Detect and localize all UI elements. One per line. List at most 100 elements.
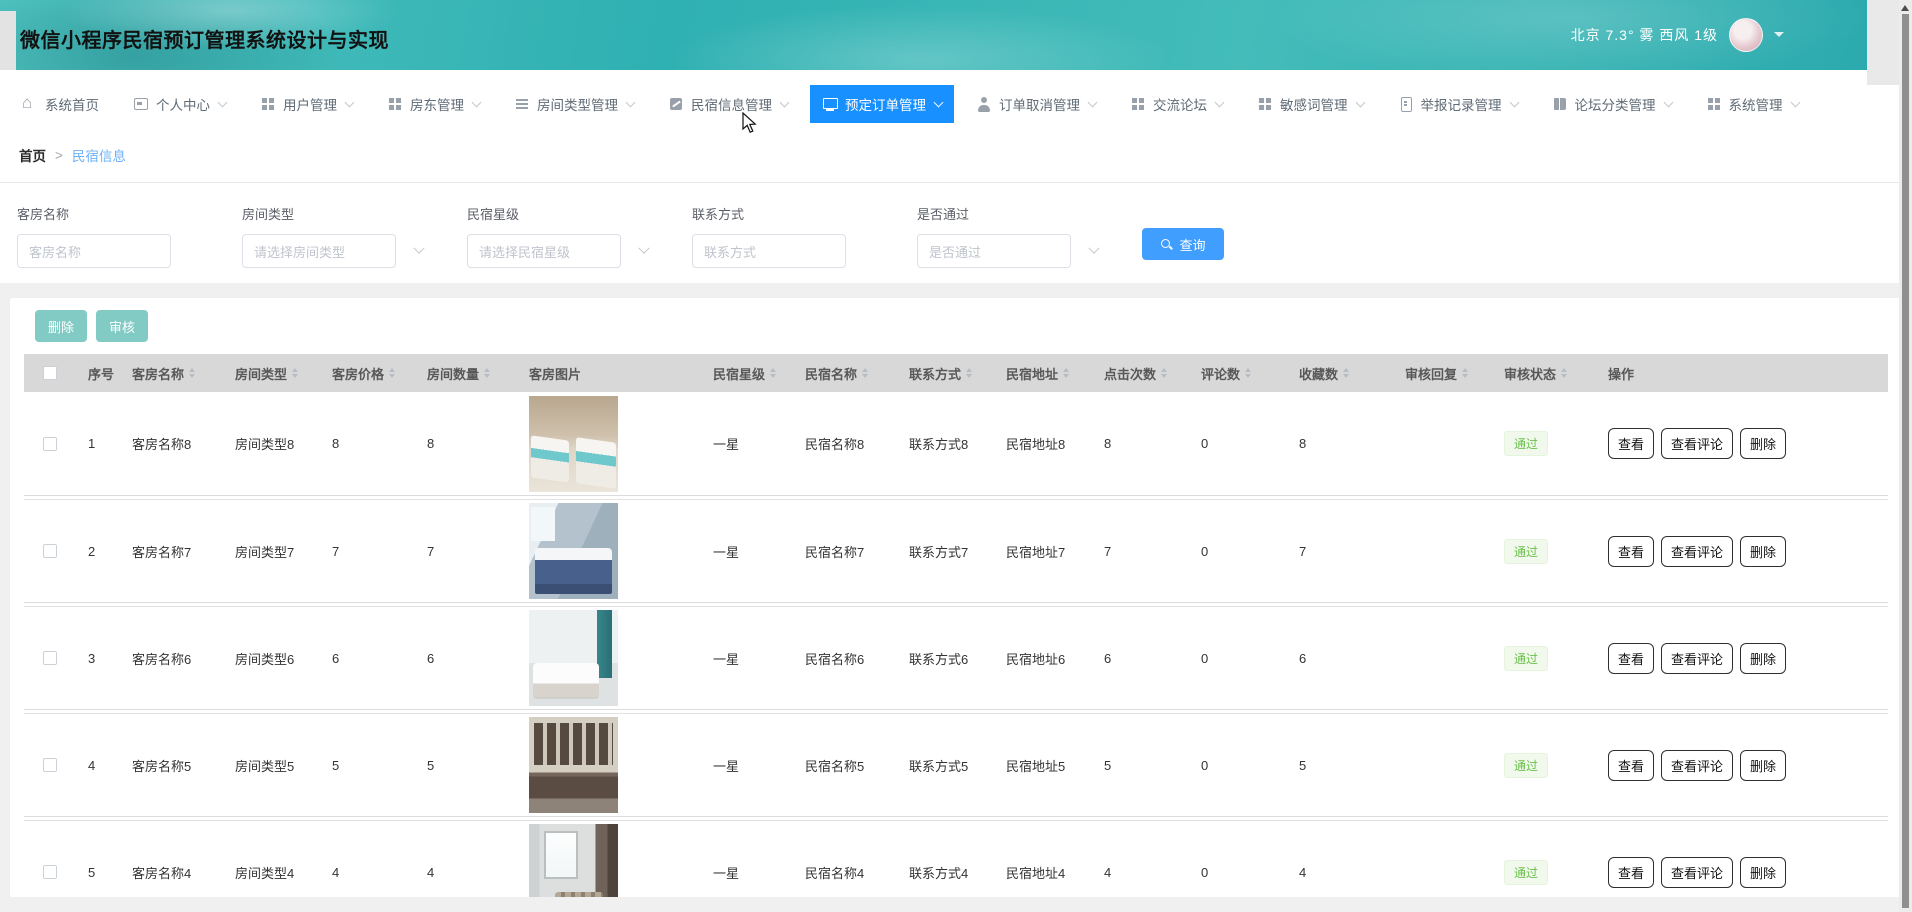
nav-item-forum[interactable]: 交流论坛	[1118, 85, 1235, 123]
contact-cell: 联系方式8	[909, 434, 1006, 453]
breadcrumb-separator: >	[55, 148, 63, 163]
contact-cell: 联系方式5	[909, 756, 1006, 775]
scroll-up-arrow-icon[interactable]	[1901, 1, 1909, 11]
photo-bright-window-room[interactable]	[529, 824, 618, 897]
room-price-cell: 8	[332, 436, 427, 451]
chevron-down-icon	[218, 97, 228, 107]
view-comments-button[interactable]: 查看评论	[1661, 428, 1733, 459]
col-room-photo: 客房图片	[529, 364, 713, 383]
room-name-cell: 客房名称4	[132, 863, 235, 882]
room-type-select[interactable]: 请选择房间类型	[242, 234, 396, 268]
nav-item-booking-orders[interactable]: 预定订单管理	[810, 85, 954, 123]
view-comments-button[interactable]: 查看评论	[1661, 750, 1733, 781]
sort-caret-icon[interactable]	[1063, 365, 1069, 381]
delete-button[interactable]: 删除	[1740, 643, 1786, 674]
column-label: 民宿地址	[1006, 364, 1058, 383]
delete-button[interactable]: 删除	[1740, 428, 1786, 459]
column-label: 客房名称	[132, 364, 184, 383]
photo-twin-beds[interactable]	[529, 396, 618, 492]
sort-caret-icon[interactable]	[862, 365, 868, 381]
sort-caret-icon[interactable]	[1161, 365, 1167, 381]
homestay-cell: 民宿名称5	[805, 756, 909, 775]
room-price-cell: 6	[332, 651, 427, 666]
view-comments-button[interactable]: 查看评论	[1661, 643, 1733, 674]
nav-item-report-records[interactable]: 举报记录管理	[1386, 85, 1530, 123]
nav-item-order-cancel[interactable]: 订单取消管理	[964, 85, 1108, 123]
nav-item-users[interactable]: 用户管理	[248, 85, 365, 123]
view-button[interactable]: 查看	[1608, 750, 1654, 781]
row-checkbox[interactable]	[43, 544, 57, 558]
nav-item-label: 系统管理	[1729, 94, 1783, 114]
view-button[interactable]: 查看	[1608, 536, 1654, 567]
row-checkbox[interactable]	[43, 437, 57, 451]
search-button[interactable]: 查询	[1142, 228, 1224, 260]
delete-button[interactable]: 删除	[1740, 857, 1786, 888]
grid-icon	[1257, 96, 1273, 112]
col-room-type: 房间类型	[235, 364, 332, 383]
clicks-cell: 5	[1104, 758, 1201, 773]
row-checkbox[interactable]	[43, 758, 57, 772]
view-comments-button[interactable]: 查看评论	[1661, 857, 1733, 888]
sort-caret-icon[interactable]	[1343, 365, 1349, 381]
room-type-cell: 房间类型8	[235, 434, 332, 453]
nav-item-home[interactable]: 系统首页	[10, 85, 111, 123]
nav-item-homestay-info[interactable]: 民宿信息管理	[656, 85, 800, 123]
scrollbar-thumb[interactable]	[1902, 14, 1909, 908]
sort-caret-icon[interactable]	[1561, 365, 1567, 381]
column-label: 房间类型	[235, 364, 287, 383]
sort-caret-icon[interactable]	[1245, 365, 1251, 381]
sort-caret-icon[interactable]	[389, 365, 395, 381]
photo-white-bed-teal-curtain[interactable]	[529, 610, 618, 706]
avatar[interactable]	[1729, 18, 1763, 52]
room-price-cell: 5	[332, 758, 427, 773]
nav-item-profile[interactable]: 个人中心	[121, 85, 238, 123]
select-all-checkbox[interactable]	[43, 366, 57, 380]
room-qty-cell: 8	[427, 436, 529, 451]
column-label: 收藏数	[1299, 364, 1338, 383]
nav-item-room-types[interactable]: 房间类型管理	[502, 85, 646, 123]
sort-caret-icon[interactable]	[770, 365, 776, 381]
contact-input[interactable]: 联系方式	[692, 234, 846, 268]
view-button[interactable]: 查看	[1608, 643, 1654, 674]
row-checkbox[interactable]	[43, 651, 57, 665]
room-name-input[interactable]: 客房名称	[17, 234, 171, 268]
avatar-dropdown-caret-icon[interactable]	[1774, 32, 1784, 42]
delete-button[interactable]: 删除	[1740, 536, 1786, 567]
view-button[interactable]: 查看	[1608, 428, 1654, 459]
column-label: 民宿星级	[713, 364, 765, 383]
chevron-down-icon	[413, 243, 424, 254]
scrollbar[interactable]	[1899, 0, 1912, 912]
search-button-label: 查询	[1179, 235, 1205, 254]
delete-button[interactable]: 删除	[1740, 750, 1786, 781]
passed-select[interactable]: 是否通过	[917, 234, 1071, 268]
row-checkbox[interactable]	[43, 865, 57, 879]
view-button[interactable]: 查看	[1608, 857, 1654, 888]
delete-button[interactable]: 删除	[35, 310, 87, 342]
view-comments-button[interactable]: 查看评论	[1661, 536, 1733, 567]
nav-item-landlords[interactable]: 房东管理	[375, 85, 492, 123]
photo-blue-duvet-bed[interactable]	[529, 503, 618, 599]
breadcrumb-current[interactable]: 民宿信息	[72, 145, 126, 165]
favorites-cell: 4	[1299, 865, 1405, 880]
sort-caret-icon[interactable]	[189, 365, 195, 381]
grid-icon	[1130, 96, 1146, 112]
favorites-cell: 7	[1299, 544, 1405, 559]
nav-item-forum-categories[interactable]: 论坛分类管理	[1540, 85, 1684, 123]
nav-item-system[interactable]: 系统管理	[1694, 85, 1811, 123]
room-type-cell: 房间类型6	[235, 649, 332, 668]
status-badge: 通过	[1504, 753, 1548, 778]
col-room-name: 客房名称	[132, 364, 235, 383]
homestay-cell: 民宿名称7	[805, 542, 909, 561]
breadcrumb-home[interactable]: 首页	[19, 145, 46, 165]
sort-caret-icon[interactable]	[292, 365, 298, 381]
breadcrumb: 首页 > 民宿信息	[0, 128, 1912, 183]
sort-caret-icon[interactable]	[1462, 365, 1468, 381]
sort-caret-icon[interactable]	[484, 365, 490, 381]
sort-caret-icon[interactable]	[966, 365, 972, 381]
table-body: 1 客房名称8 房间类型8 8 8 一星 民宿名称8 联系方式8 民宿地址8 8…	[24, 392, 1888, 897]
row-actions: 查看查看评论删除	[1608, 643, 1888, 674]
star-select[interactable]: 请选择民宿星级	[467, 234, 621, 268]
photo-gallery-wall-bed[interactable]	[529, 717, 618, 813]
audit-button[interactable]: 审核	[96, 310, 148, 342]
nav-item-sensitive-words[interactable]: 敏感词管理	[1245, 85, 1376, 123]
